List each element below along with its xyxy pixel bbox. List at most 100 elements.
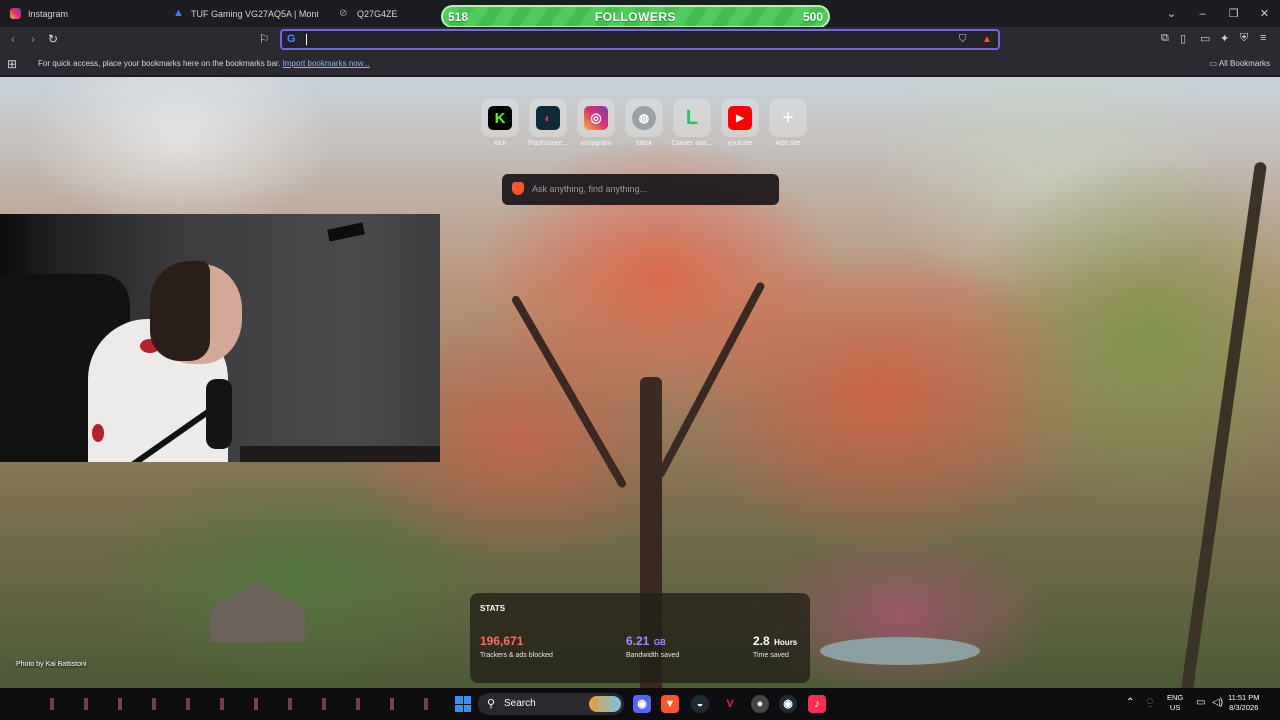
asus-icon: ▲ [173,7,184,19]
vpn-icon[interactable]: ⛨ [1240,32,1248,45]
leo-ai-icon[interactable]: ✦ [1220,32,1229,45]
clock-date: 8/3/2026 [1229,703,1259,712]
discord-icon[interactable]: ◉ [633,695,651,713]
microphone [206,379,232,449]
google-icon: G [287,33,296,45]
site-tile: + [769,99,807,137]
back-icon[interactable]: ‹ [5,31,21,47]
stats-widget: STATS 196,671 Trackers & ads blocked 6.2… [470,593,810,683]
reload-icon[interactable]: ↻ [45,31,61,47]
taskbar-search[interactable]: ⚲ Search [478,693,624,715]
sidebar-icon[interactable]: ▯ [1180,32,1186,45]
top-site-flashscore[interactable]: ◐ Flashscore... [524,99,572,147]
forward-icon[interactable]: › [25,31,41,47]
browser-toolbar: ‹ › ↻ ⚐ G ⛉ ▲ ⧉ ▯ ▭ ✦ ⛨ ≡ [0,27,1280,52]
tray-chevron-icon[interactable]: ⌃ [1126,697,1134,708]
top-site-youtube[interactable]: ▶ youtube [716,99,764,147]
folder-icon: ▭ [1209,59,1219,68]
site-name: instagram [580,140,612,147]
minimize-icon[interactable]: – [1187,8,1218,20]
site-name: tiktok [635,140,653,147]
tab-tuf-gaming[interactable]: ▲ TUF Gaming VG27AQ5A | Moniteurs [173,0,319,27]
ask-search-box[interactable] [502,174,779,205]
site-name: youtube [727,140,753,147]
desk [240,446,440,462]
bookmarks-message: For quick access, place your bookmarks h… [38,59,370,68]
steam-icon[interactable]: ◉ [779,695,797,713]
wallpaper-strip [20,698,440,710]
site-tile: K [481,99,519,137]
stat-bandwidth-saved: 6.21 GB Bandwidth saved [626,632,679,659]
search-icon: ⚲ [487,698,496,710]
stat-value: 6.21 [626,634,650,648]
site-tile: L [673,99,711,137]
wallet-icon[interactable]: ▭ [1200,32,1210,45]
aoc-icon: ⊘ [339,8,348,19]
all-bookmarks-button[interactable]: ▭ All Bookmarks [1210,59,1270,68]
ask-input[interactable] [532,181,767,197]
volume-icon[interactable]: ◁) [1212,697,1223,708]
followers-goal-bar: 518 FOLLOWERS 500 [441,5,830,28]
site-tile: ◍ [625,99,663,137]
site-tile: ▶ [721,99,759,137]
tab-search-icon[interactable]: ⌄ [1156,7,1187,20]
language-indicator[interactable]: ENG US [1167,693,1183,713]
brave-icon[interactable]: ▼ [661,695,679,713]
site-name: kick [493,140,507,147]
instagram-icon: ◎ [584,106,608,130]
system-clock[interactable]: 11:51 PM 8/3/2026 [1228,693,1260,713]
add-site-button[interactable]: + Add site [764,99,812,147]
site-name: Add site [775,140,801,147]
network-icon[interactable]: ▭ [1196,697,1205,708]
tiktok-icon[interactable]: ♪ [808,695,826,713]
shirt-stain [92,424,104,442]
app-icon[interactable]: ◒ [691,695,709,713]
kick-icon: K [488,106,512,130]
cable-clip [327,222,365,242]
site-tile: ◐ [529,99,567,137]
clock-time: 11:51 PM [1228,693,1260,702]
stat-unit: GB [653,638,666,647]
top-site-clavier[interactable]: L Clavier ana... [668,99,716,147]
tab-q27g4ze[interactable]: ⊘ Q27G4ZE [339,0,434,27]
top-site-tiktok[interactable]: ◍ tiktok [620,99,668,147]
tab-instagram[interactable]: Instagram [10,0,160,27]
apps-grid-icon[interactable]: ⊞ [7,57,17,71]
microphone-icon[interactable]: ⍜ [1147,697,1153,708]
site-name: Flashscore... [527,140,569,147]
photo-credit[interactable]: Photo by Kai Battistoni [16,661,86,668]
language-code: ENG [1167,693,1184,702]
stats-title: STATS [480,604,506,613]
bookmarks-hint-text: For quick access, place your bookmarks h… [38,59,281,68]
youtube-icon: ▶ [728,106,752,130]
restore-icon[interactable]: ❐ [1218,7,1249,20]
l-icon: L [685,106,699,129]
brave-rewards-icon[interactable]: ▲ [982,34,992,45]
gazebo [210,582,305,642]
import-bookmarks-link[interactable]: Import bookmarks now... [283,59,370,68]
background-branch [510,294,628,489]
start-button[interactable] [455,696,471,712]
stat-caption: Bandwidth saved [626,652,680,659]
webcam-overlay [0,214,440,462]
tab-title: Q27G4ZE [357,8,398,19]
top-site-kick[interactable]: K kick [476,99,524,147]
top-site-instagram[interactable]: ◎ instagram [572,99,620,147]
brave-shields-icon[interactable]: ⛉ [959,34,967,45]
menu-icon[interactable]: ≡ [1260,32,1266,44]
close-icon[interactable]: ✕ [1249,7,1280,20]
pond [820,637,980,665]
tab-title: TUF Gaming VG27AQ5A | Moniteurs [191,8,319,19]
streamer-hair [150,261,210,361]
search-highlight-image [589,696,621,712]
extensions-icon[interactable]: ⧉ [1161,32,1169,45]
bookmark-icon[interactable]: ⚐ [256,31,272,47]
app-icon[interactable]: ● [751,695,769,713]
top-sites: K kick ◐ Flashscore... ◎ instagram ◍ tik… [476,99,812,147]
globe-icon: ◍ [632,106,656,130]
address-bar[interactable]: G ⛉ ▲ [280,29,1000,50]
all-bookmarks-label: All Bookmarks [1218,59,1270,68]
url-input[interactable] [304,32,944,47]
valorant-icon[interactable]: V [721,695,739,713]
stat-time-saved: 2.8 Hours Time saved [753,632,797,659]
